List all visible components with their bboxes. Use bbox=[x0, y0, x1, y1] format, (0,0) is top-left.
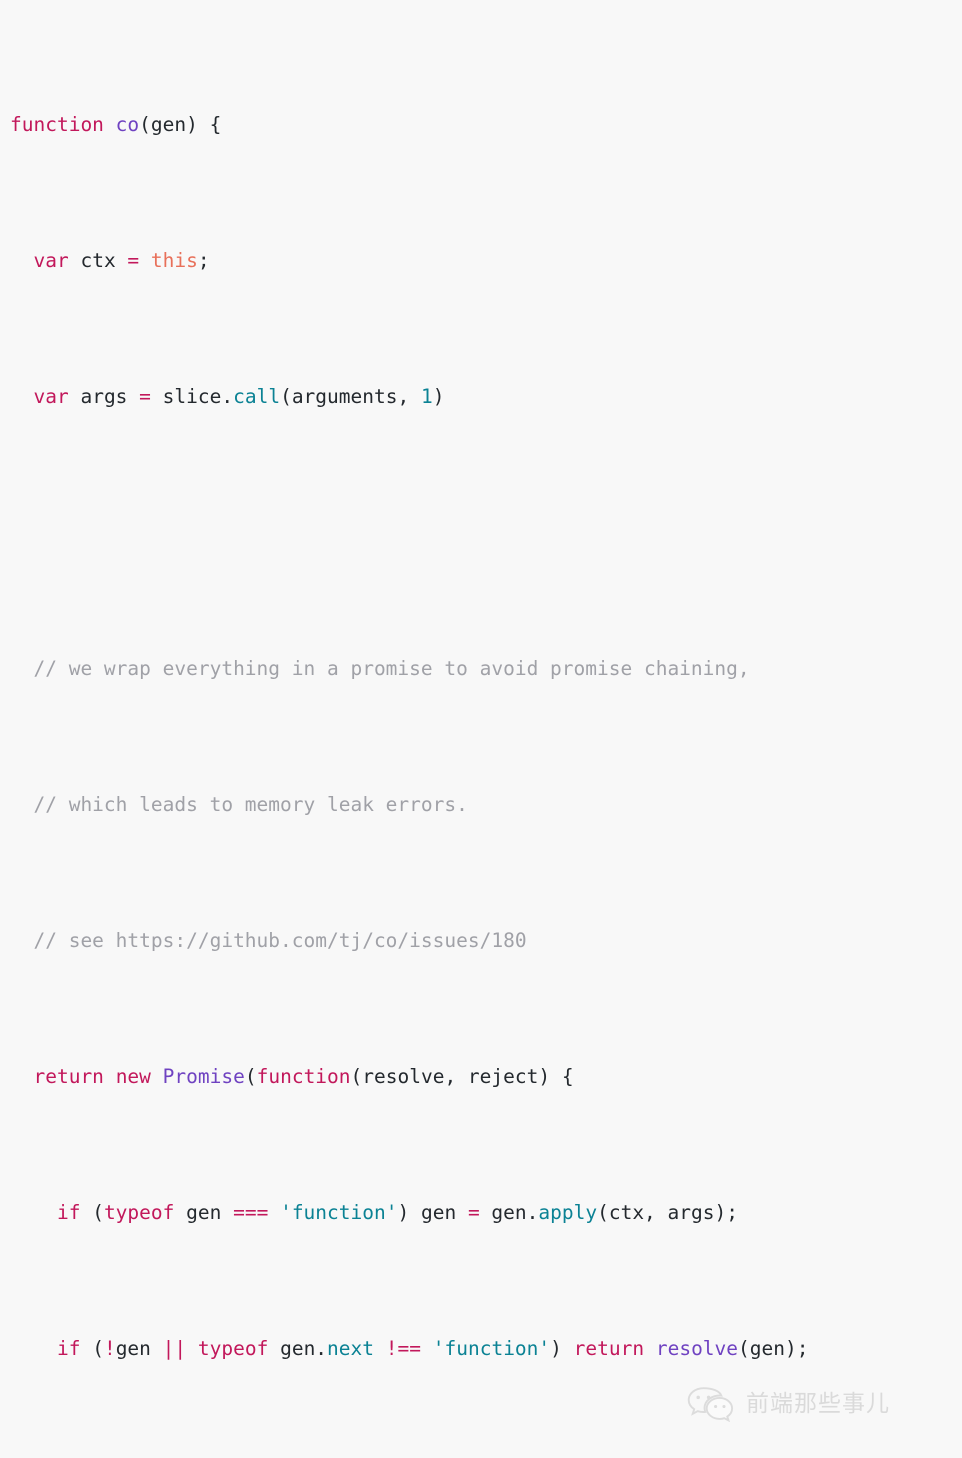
code-line: if (typeof gen === 'function') gen = gen… bbox=[56, 1201, 738, 1224]
code-line: // see https://github.com/tj/co/issues/1… bbox=[33, 929, 527, 952]
code-block: function co(gen) { var ctx = this; var a… bbox=[0, 0, 962, 1458]
code-line: // which leads to memory leak errors. bbox=[33, 793, 468, 816]
code-line: if (!gen || typeof gen.next !== 'functio… bbox=[56, 1337, 809, 1360]
code-screenshot: function co(gen) { var ctx = this; var a… bbox=[0, 0, 962, 1458]
code-line: function co(gen) { bbox=[10, 113, 222, 136]
code-line: var ctx = this; bbox=[33, 249, 210, 272]
code-line: // we wrap everything in a promise to av… bbox=[33, 657, 750, 680]
watermark-text: 前端那些事儿 bbox=[746, 1390, 890, 1417]
watermark: 前端那些事儿 bbox=[686, 1386, 890, 1422]
wechat-icon bbox=[686, 1386, 736, 1422]
code-line: return new Promise(function(resolve, rej… bbox=[33, 1065, 574, 1088]
code-line: var args = slice.call(arguments, 1) bbox=[33, 385, 445, 408]
